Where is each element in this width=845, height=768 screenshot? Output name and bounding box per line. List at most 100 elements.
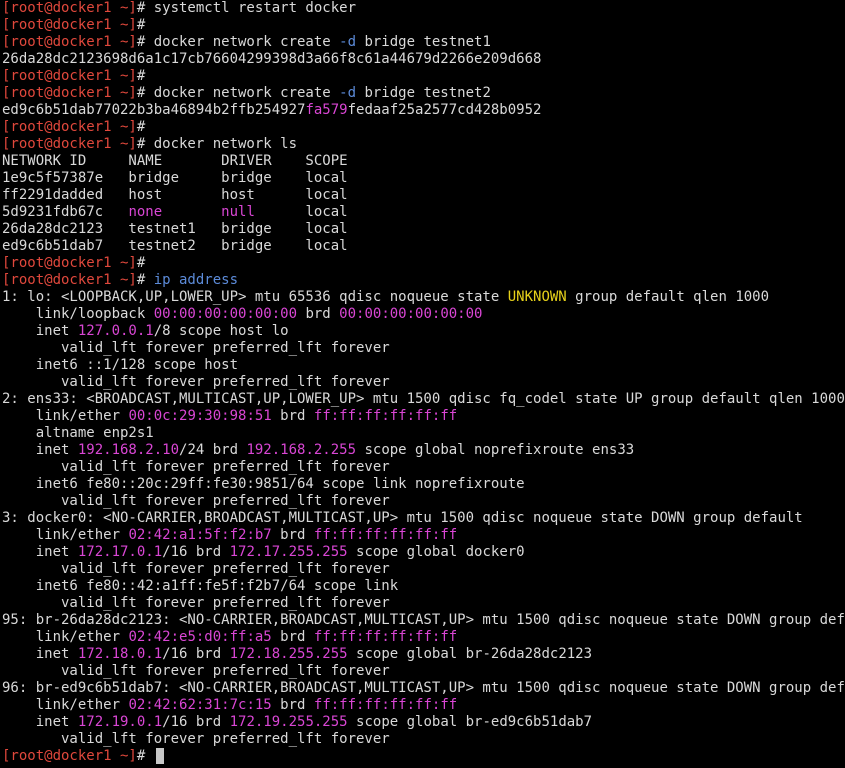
terminal-text: ed9c6b51dab77022b3ba46894b2ffb254927 <box>2 102 306 118</box>
terminal-text: scope global br-26da28dc2123 <box>347 646 593 662</box>
terminal-text: 02:42:e5:d0:ff:a5 <box>128 629 272 645</box>
terminal-line: valid_lft forever preferred_lft forever <box>2 663 845 680</box>
terminal-line: inet 172.19.0.1/16 brd 172.19.255.255 sc… <box>2 714 845 731</box>
terminal-text: UNKNOWN <box>507 289 567 305</box>
terminal-text: 00:0c:29:30:98:51 <box>128 408 272 424</box>
terminal-line: ed9c6b51dab77022b3ba46894b2ffb254927fa57… <box>2 102 845 119</box>
terminal-text: inet <box>2 323 78 339</box>
terminal-text: 2: ens33: <BROADCAST,MULTICAST,UP,LOWER_… <box>2 391 845 407</box>
terminal-line: valid_lft forever preferred_lft forever <box>2 731 845 748</box>
terminal-text: 127.0.0.1 <box>77 323 154 339</box>
terminal-text: 26da28dc2123698d6a1c17cb76604299398d3a66… <box>2 51 542 67</box>
terminal-text: /16 brd <box>162 714 230 730</box>
terminal-text: link/ether <box>2 408 129 424</box>
terminal-text: group default qlen 1000 <box>566 289 770 305</box>
terminal-line: [root@docker1 ~]# <box>2 17 845 34</box>
terminal-line: [root@docker1 ~]# systemctl restart dock… <box>2 0 845 17</box>
terminal-line: inet 172.18.0.1/16 brd 172.18.255.255 sc… <box>2 646 845 663</box>
terminal-text: NETWORK ID NAME DRIVER SCOPE <box>2 153 348 169</box>
terminal-text: valid_lft forever preferred_lft forever <box>2 595 390 611</box>
terminal-text: 172.18.0.1 <box>77 646 163 662</box>
terminal-text: # <box>136 68 146 84</box>
shell-prompt: [root@docker1 ~] <box>2 0 137 16</box>
terminal-line: inet6 fe80::42:a1ff:fe5f:f2b7/64 scope l… <box>2 578 845 595</box>
terminal-text: 96: br-ed9c6b51dab7: <NO-CARRIER,BROADCA… <box>2 680 845 696</box>
terminal-text: # <box>136 17 146 33</box>
terminal-text: 02:42:a1:5f:f2:b7 <box>128 527 272 543</box>
terminal-text: ed9c6b51dab7 testnet2 bridge local <box>2 238 348 254</box>
shell-prompt: [root@docker1 ~] <box>2 68 137 84</box>
terminal-text: # <box>136 272 154 288</box>
terminal-text: -d <box>339 85 357 101</box>
terminal-line: [root@docker1 ~]# <box>2 119 845 136</box>
terminal-line: 95: br-26da28dc2123: <NO-CARRIER,BROADCA… <box>2 612 845 629</box>
terminal-line: [root@docker1 ~]# <box>2 748 845 765</box>
terminal-text: # docker network create <box>136 34 340 50</box>
terminal-line: inet6 fe80::20c:29ff:fe30:9851/64 scope … <box>2 476 845 493</box>
terminal-text: 00:00:00:00:00:00 <box>153 306 298 322</box>
terminal-line: 2: ens33: <BROADCAST,MULTICAST,UP,LOWER_… <box>2 391 845 408</box>
terminal-text: bridge testnet2 <box>356 85 491 101</box>
terminal-text: fedaaf25a2577cd428b0952 <box>347 102 542 118</box>
shell-prompt: [root@docker1 ~] <box>2 119 137 135</box>
terminal-line: link/ether 02:42:e5:d0:ff:a5 brd ff:ff:f… <box>2 629 845 646</box>
terminal-text: ff:ff:ff:ff:ff:ff <box>313 629 458 645</box>
terminal-text: 95: br-26da28dc2123: <NO-CARRIER,BROADCA… <box>2 612 845 628</box>
terminal-text: scope global br-ed9c6b51dab7 <box>347 714 593 730</box>
terminal-text: 5d9231fdb67c <box>2 204 129 220</box>
terminal-text: 3: docker0: <NO-CARRIER,BROADCAST,MULTIC… <box>2 510 803 526</box>
terminal-text: 1: lo: <LOOPBACK,UP,LOWER_UP> mtu 65536 … <box>2 289 508 305</box>
terminal-line: 5d9231fdb67c none null local <box>2 204 845 221</box>
terminal-text: /16 brd <box>162 646 230 662</box>
terminal-text: null <box>221 204 255 220</box>
terminal-text: valid_lft forever preferred_lft forever <box>2 493 390 509</box>
terminal-line: ff2291dadded host host local <box>2 187 845 204</box>
terminal-text: ff:ff:ff:ff:ff:ff <box>313 408 458 424</box>
terminal-text: none <box>128 204 163 220</box>
terminal-text: ff:ff:ff:ff:ff:ff <box>313 527 458 543</box>
terminal-text: 172.19.255.255 <box>229 714 348 730</box>
terminal-line: valid_lft forever preferred_lft forever <box>2 561 845 578</box>
terminal-text: inet6 fe80::20c:29ff:fe30:9851/64 scope … <box>2 476 525 492</box>
terminal-text: valid_lft forever preferred_lft forever <box>2 561 390 577</box>
terminal-text: 192.168.2.10 <box>77 442 180 458</box>
shell-prompt: [root@docker1 ~] <box>2 272 137 288</box>
terminal-text: local <box>254 204 348 220</box>
terminal-text: 172.18.255.255 <box>229 646 348 662</box>
terminal-line: [root@docker1 ~]# docker network create … <box>2 34 845 51</box>
terminal-text: /24 brd <box>179 442 247 458</box>
shell-prompt: [root@docker1 ~] <box>2 34 137 50</box>
terminal-text: 192.168.2.255 <box>246 442 357 458</box>
terminal-line: inet 172.17.0.1/16 brd 172.17.255.255 sc… <box>2 544 845 561</box>
terminal-text: brd <box>271 697 314 713</box>
terminal-line: [root@docker1 ~]# <box>2 255 845 272</box>
terminal-window[interactable]: [root@docker1 ~]# systemctl restart dock… <box>0 0 845 768</box>
shell-prompt: [root@docker1 ~] <box>2 255 137 271</box>
terminal-text: link/loopback <box>2 306 154 322</box>
terminal-line: valid_lft forever preferred_lft forever <box>2 374 845 391</box>
text-cursor <box>155 748 164 764</box>
terminal-line: 3: docker0: <NO-CARRIER,BROADCAST,MULTIC… <box>2 510 845 527</box>
terminal-text: valid_lft forever preferred_lft forever <box>2 374 390 390</box>
terminal-text: 02:42:62:31:7c:15 <box>128 697 272 713</box>
terminal-line: link/loopback 00:00:00:00:00:00 brd 00:0… <box>2 306 845 323</box>
terminal-line: 26da28dc2123 testnet1 bridge local <box>2 221 845 238</box>
terminal-text: 172.17.0.1 <box>77 544 163 560</box>
terminal-text: /16 brd <box>162 544 230 560</box>
terminal-line: valid_lft forever preferred_lft forever <box>2 595 845 612</box>
terminal-text: brd <box>271 408 314 424</box>
terminal-line: link/ether 02:42:62:31:7c:15 brd ff:ff:f… <box>2 697 845 714</box>
terminal-text: # systemctl restart docker <box>136 0 357 16</box>
terminal-text: valid_lft forever preferred_lft forever <box>2 459 390 475</box>
terminal-text: inet <box>2 544 78 560</box>
terminal-line: 1e9c5f57387e bridge bridge local <box>2 170 845 187</box>
terminal-text: # <box>136 255 146 271</box>
terminal-line: [root@docker1 ~]# <box>2 68 845 85</box>
terminal-line: [root@docker1 ~]# ip address <box>2 272 845 289</box>
terminal-text: fa579 <box>305 102 348 118</box>
terminal-text: bridge testnet1 <box>356 34 491 50</box>
terminal-text: inet <box>2 646 78 662</box>
terminal-text: 00:00:00:00:00:00 <box>339 306 483 322</box>
terminal-line: inet6 ::1/128 scope host <box>2 357 845 374</box>
shell-prompt: [root@docker1 ~] <box>2 17 137 33</box>
